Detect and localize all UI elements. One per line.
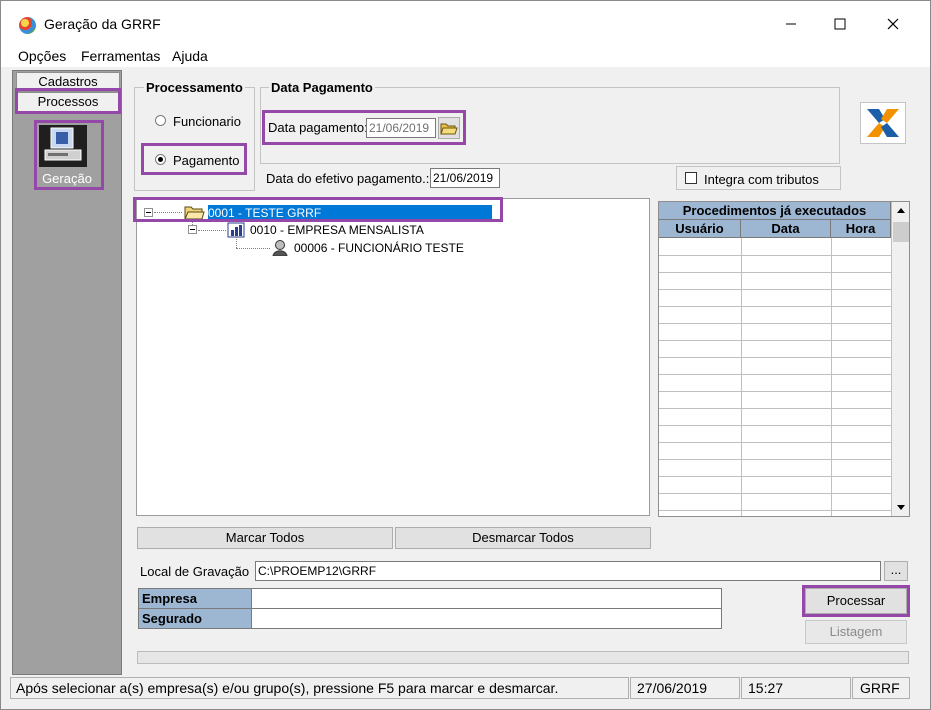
- tree-item-00006[interactable]: 00006 - FUNCIONÁRIO TESTE: [294, 241, 464, 255]
- tree-item-0010[interactable]: 0010 - EMPRESA MENSALISTA: [250, 223, 424, 237]
- status-module: GRRF: [852, 677, 910, 699]
- browse-button[interactable]: ...: [884, 561, 908, 581]
- radio-pagamento[interactable]: [155, 154, 166, 165]
- menu-ajuda[interactable]: Ajuda: [172, 48, 208, 64]
- processamento-group: [134, 87, 255, 191]
- radio-funcionario[interactable]: [155, 115, 166, 126]
- close-button[interactable]: [870, 9, 916, 39]
- procedimentos-title: Procedimentos já executados: [659, 202, 891, 220]
- geracao-label: Geração: [42, 171, 92, 186]
- maximize-icon: [834, 18, 846, 30]
- radio-pagamento-label[interactable]: Pagamento: [173, 153, 240, 168]
- col-usuario[interactable]: Usuário: [659, 220, 741, 238]
- menu-ferramentas[interactable]: Ferramentas: [81, 48, 160, 64]
- efetivo-input[interactable]: 21/06/2019: [430, 168, 500, 188]
- processamento-title: Processamento: [144, 80, 245, 95]
- segurado-value: [251, 608, 722, 629]
- computer-icon: [44, 127, 82, 161]
- status-message: Após selecionar a(s) empresa(s) e/ou gru…: [10, 677, 629, 699]
- data-pagamento-title: Data Pagamento: [269, 80, 375, 95]
- maximize-button[interactable]: [817, 9, 863, 39]
- app-icon: [19, 17, 36, 34]
- scroll-thumb[interactable]: [893, 222, 909, 242]
- arrow-down-icon: [897, 505, 905, 510]
- arrow-up-icon: [897, 208, 905, 213]
- minimize-icon: [786, 23, 796, 25]
- empresa-value: [251, 588, 722, 609]
- desmarcar-todos-button[interactable]: Desmarcar Todos: [395, 527, 651, 549]
- minimize-button[interactable]: [768, 9, 814, 39]
- highlight-tree-item: [133, 197, 503, 222]
- procedimentos-scrollbar[interactable]: [891, 202, 909, 516]
- procedimentos-table: Procedimentos já executados Usuário Data…: [658, 201, 910, 517]
- highlight-processos: [15, 88, 121, 114]
- empresa-label: Empresa: [138, 588, 252, 609]
- close-icon: [887, 18, 899, 30]
- scroll-up-button[interactable]: [892, 202, 909, 220]
- caixa-logo-icon: [867, 109, 899, 137]
- data-pagamento-input[interactable]: 21/06/2019: [366, 118, 436, 138]
- company-tree[interactable]: 0001 - TESTE GRRF 0010 - EMPRESA MENSALI…: [136, 198, 650, 516]
- marcar-todos-button[interactable]: Marcar Todos: [137, 527, 393, 549]
- progress-bar: [137, 651, 909, 664]
- geracao-icon[interactable]: [39, 125, 87, 167]
- status-time: 15:27: [741, 677, 851, 699]
- menu-bar: Opções Ferramentas Ajuda: [1, 43, 930, 67]
- folder-open-icon: [440, 123, 458, 135]
- tree-line: [236, 237, 237, 248]
- data-pagamento-label: Data pagamento:: [268, 120, 368, 135]
- tree-collapse-0010[interactable]: [188, 225, 197, 234]
- scroll-down-button[interactable]: [892, 498, 909, 516]
- col-data[interactable]: Data: [741, 220, 831, 238]
- listagem-button: Listagem: [805, 620, 907, 644]
- data-pagamento-picker-button[interactable]: [438, 117, 460, 139]
- app-window: Geração da GRRF Opções Ferramentas Ajuda…: [0, 0, 931, 710]
- efetivo-label: Data do efetivo pagamento.:: [266, 171, 430, 186]
- title-bar: Geração da GRRF: [1, 1, 930, 43]
- radio-funcionario-label[interactable]: Funcionario: [173, 114, 241, 129]
- procedimentos-grid: [659, 238, 891, 516]
- caixa-logo: [860, 102, 906, 144]
- local-gravacao-label: Local de Gravação: [140, 564, 250, 579]
- tree-line: [198, 230, 226, 231]
- marcar-todos-label: Marcar Todos: [225, 530, 305, 545]
- integra-label[interactable]: Integra com tributos: [704, 172, 819, 187]
- highlight-processar: [802, 585, 910, 617]
- menu-opcoes[interactable]: Opções: [18, 48, 66, 64]
- segurado-label: Segurado: [138, 608, 252, 629]
- desmarcar-todos-label: Desmarcar Todos: [472, 530, 574, 545]
- tree-line: [236, 248, 270, 249]
- window-title: Geração da GRRF: [44, 16, 161, 32]
- integra-checkbox[interactable]: [685, 172, 697, 184]
- company-icon: [227, 222, 245, 238]
- employee-icon: [271, 239, 289, 257]
- col-hora[interactable]: Hora: [831, 220, 891, 238]
- local-gravacao-input[interactable]: C:\PROEMP12\GRRF: [255, 561, 881, 581]
- status-date: 27/06/2019: [630, 677, 740, 699]
